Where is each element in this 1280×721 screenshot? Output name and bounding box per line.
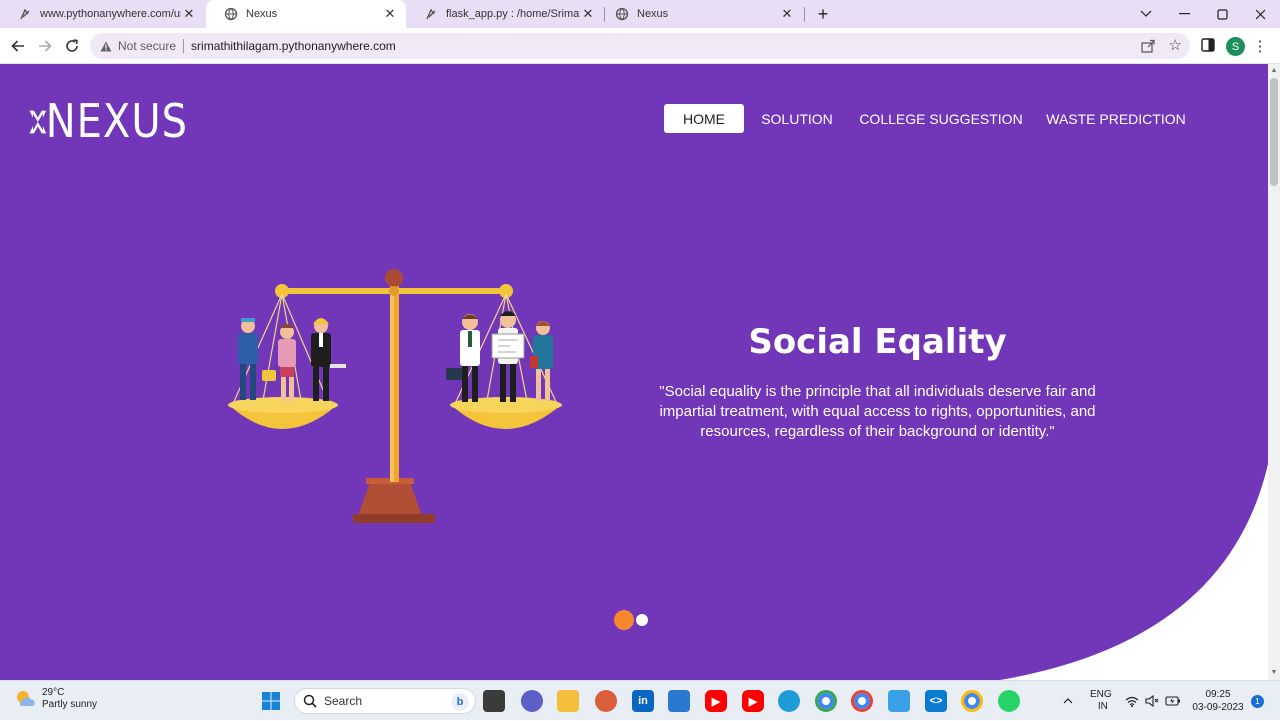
scroll-up-arrow-icon[interactable]: ▲	[1270, 66, 1278, 74]
tab-separator	[804, 7, 805, 22]
nexus-logo[interactable]: NEXUS	[28, 94, 188, 150]
carousel-dot[interactable]	[636, 614, 648, 626]
slide-quote: "Social equality is the principle that a…	[659, 383, 1096, 440]
clock-time: 09:25	[1205, 689, 1231, 700]
language-code: ENG	[1090, 689, 1112, 700]
nav-college-suggestion[interactable]: COLLEGE SUGGESTION	[858, 104, 1024, 133]
file-explorer-icon[interactable]	[557, 690, 579, 712]
page-scrollbar[interactable]: ▲ ▼	[1268, 64, 1280, 680]
wifi-icon[interactable]	[1125, 681, 1139, 721]
weather-widget[interactable]: 29°C Partly sunny	[14, 687, 97, 711]
microsoft-store-icon[interactable]	[668, 690, 690, 712]
omnibox[interactable]: Not secure srimathithilagam.pythonanywhe…	[90, 33, 1190, 59]
new-tab-button[interactable]: +	[813, 4, 833, 24]
omnibox-divider	[183, 39, 185, 53]
tab-pythonanywhere-user[interactable]: www.pythonanywhere.com/user/ ✕	[0, 0, 205, 28]
url-text[interactable]: srimathithilagam.pythonanywhere.com	[191, 39, 396, 53]
nav-waste-prediction[interactable]: WASTE PREDICTION	[1044, 104, 1188, 133]
bing-icon[interactable]: b	[451, 693, 469, 711]
windows-taskbar: 29°C Partly sunny Search b in ▶ ▶ <> ENG…	[0, 680, 1280, 720]
back-button[interactable]	[8, 36, 28, 56]
warning-icon[interactable]	[100, 40, 112, 52]
side-panel-icon[interactable]	[1201, 38, 1215, 52]
chrome-icon-3[interactable]	[961, 690, 983, 712]
notification-badge[interactable]: 1	[1251, 695, 1264, 708]
people-left-group	[238, 318, 346, 401]
weather-description: Partly sunny	[42, 699, 98, 710]
tab-search-chevron-icon[interactable]	[1127, 0, 1165, 28]
language-indicator[interactable]: ENG IN	[1090, 681, 1112, 721]
taskbar-search-input[interactable]: Search b	[294, 688, 476, 714]
tab-title: flask_app.py : /home/SrimathiThil	[446, 8, 580, 20]
tab-title: www.pythonanywhere.com/user/	[40, 8, 181, 20]
linkedin-icon[interactable]: in	[632, 690, 654, 712]
carousel-indicators	[614, 610, 648, 630]
carousel-dot-active[interactable]	[614, 610, 634, 630]
tab-nexus[interactable]: Nexus ✕	[605, 0, 803, 28]
search-icon	[303, 694, 317, 708]
tab-title: Nexus	[246, 8, 278, 20]
tab-strip: www.pythonanywhere.com/user/ ✕ Nexus ✕ f…	[0, 0, 1280, 28]
weather-temperature: 29°C	[42, 687, 65, 698]
notepad-icon[interactable]	[888, 690, 910, 712]
bookmark-star-icon[interactable]: ☆	[1169, 36, 1182, 54]
logo-text: NEXUS	[45, 95, 188, 149]
vscode-icon[interactable]: <>	[925, 690, 947, 712]
address-bar-row: Not secure srimathithilagam.pythonanywhe…	[0, 28, 1280, 64]
whatsapp-icon[interactable]	[998, 690, 1020, 712]
teams-chat-icon[interactable]	[521, 690, 543, 712]
maximize-button[interactable]	[1203, 0, 1241, 28]
windows-start-icon[interactable]	[260, 690, 282, 712]
minimize-button[interactable]	[1165, 0, 1203, 28]
tab-nexus-active[interactable]: Nexus ✕	[206, 0, 406, 28]
tray-overflow-chevron-icon[interactable]	[1063, 681, 1073, 721]
forward-button[interactable]	[35, 36, 55, 56]
security-label[interactable]: Not secure	[118, 39, 176, 53]
profile-avatar[interactable]: S	[1226, 37, 1245, 56]
tab-flask-app[interactable]: flask_app.py : /home/SrimathiThil ✕	[406, 0, 604, 28]
system-clock[interactable]: 09:25 03-09-2023	[1190, 688, 1246, 714]
hero-section: NEXUS HOME SOLUTION COLLEGE SUGGESTION W…	[0, 64, 1268, 680]
more-menu-icon[interactable]: ⋮	[1253, 38, 1268, 55]
nav-home[interactable]: HOME	[664, 104, 744, 133]
reload-button[interactable]	[62, 36, 82, 56]
close-icon[interactable]: ✕	[382, 6, 398, 22]
game-app-icon[interactable]	[595, 690, 617, 712]
youtube-icon-2[interactable]: ▶	[742, 690, 764, 712]
close-window-button[interactable]	[1241, 0, 1279, 28]
python-anywhere-icon	[424, 7, 438, 21]
hero-background	[0, 64, 1268, 680]
search-placeholder: Search	[324, 694, 363, 708]
battery-charging-icon[interactable]	[1165, 681, 1181, 721]
scrollbar-thumb[interactable]	[1270, 78, 1278, 186]
globe-icon	[615, 7, 629, 21]
edge-browser-icon[interactable]	[778, 690, 800, 712]
clock-date: 03-09-2023	[1192, 702, 1244, 713]
volume-muted-icon[interactable]	[1145, 681, 1159, 721]
chrome-icon[interactable]	[815, 690, 837, 712]
share-icon[interactable]	[1140, 38, 1156, 54]
balance-scale-illustration	[228, 269, 562, 523]
close-icon[interactable]: ✕	[580, 6, 596, 22]
partly-sunny-icon	[17, 691, 35, 706]
language-region: IN	[1097, 701, 1108, 712]
chrome-icon-2[interactable]	[851, 690, 873, 712]
nav-solution[interactable]: SOLUTION	[754, 104, 840, 133]
scroll-down-arrow-icon[interactable]: ▼	[1270, 668, 1278, 676]
close-icon[interactable]: ✕	[181, 6, 197, 22]
tab-title: Nexus	[637, 8, 669, 20]
globe-icon	[224, 7, 238, 21]
python-anywhere-icon	[18, 7, 32, 21]
people-right-group	[446, 311, 553, 402]
slide-title: Social Eqality	[748, 322, 1007, 362]
page-viewport: NEXUS HOME SOLUTION COLLEGE SUGGESTION W…	[0, 64, 1268, 680]
task-view-icon[interactable]	[483, 690, 505, 712]
youtube-icon[interactable]: ▶	[705, 690, 727, 712]
close-icon[interactable]: ✕	[779, 6, 795, 22]
